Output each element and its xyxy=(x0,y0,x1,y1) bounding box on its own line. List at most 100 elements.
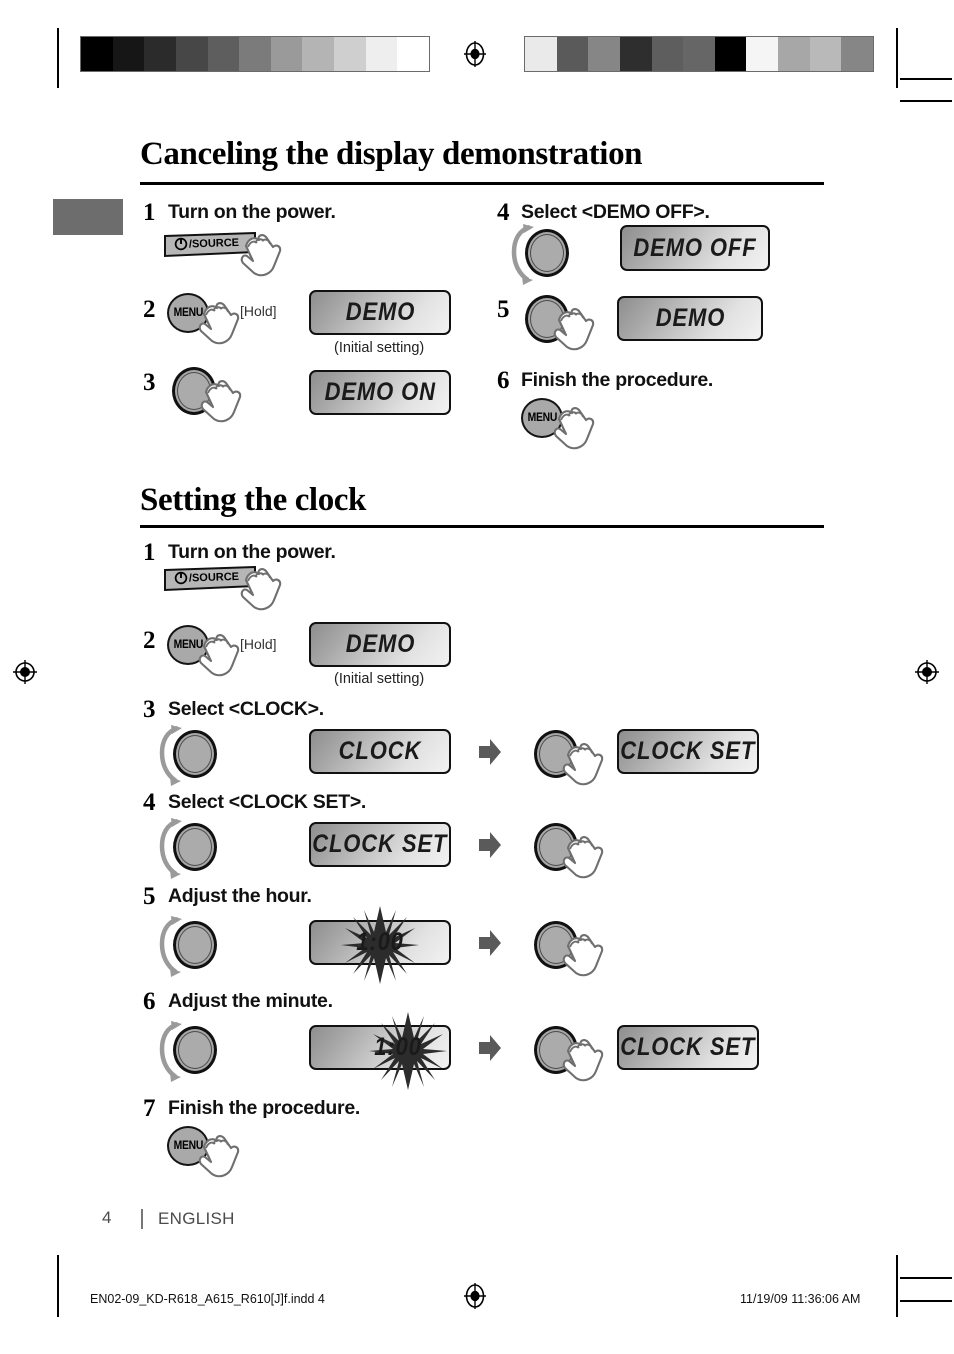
step-number: 5 xyxy=(143,883,156,910)
rotary-knob-icon[interactable] xyxy=(159,916,222,977)
section-rule-demo xyxy=(140,182,824,185)
display-panel: DEMO xyxy=(309,290,451,335)
display-panel-text: 1:00 xyxy=(374,1033,422,1061)
display-panel-text: DEMO OFF xyxy=(633,233,757,262)
right-arrow-icon xyxy=(478,1034,502,1062)
hold-label: [Hold] xyxy=(240,636,277,652)
calibration-swatch xyxy=(112,37,145,71)
pointing-hand-icon xyxy=(562,834,606,882)
display-panel-text: DEMO ON xyxy=(324,378,436,406)
calibration-swatch xyxy=(651,37,684,71)
section-title-demo: Canceling the display demonstration xyxy=(140,136,643,172)
knob-inner xyxy=(178,828,212,866)
margin-thumb-tab xyxy=(53,199,123,235)
pointing-hand-icon xyxy=(198,632,242,680)
calibration-swatch xyxy=(397,37,429,71)
rotary-knob-icon[interactable] xyxy=(159,1021,222,1082)
step-number: 6 xyxy=(497,367,510,394)
display-caption: (Initial setting) xyxy=(334,671,425,687)
pointing-hand-icon xyxy=(240,566,284,614)
grayscale-calibration-bar-left xyxy=(80,36,430,72)
display-panel-text: DEMO xyxy=(345,298,415,326)
calibration-swatch xyxy=(175,37,208,71)
step-number: 2 xyxy=(143,627,156,654)
crop-mark-top-right-h2 xyxy=(900,100,952,102)
calibration-swatch xyxy=(714,37,747,71)
calibration-swatch xyxy=(334,37,366,71)
knob-inner xyxy=(178,735,212,773)
page-number: 4 xyxy=(102,1208,112,1227)
display-panel: CLOCK SET xyxy=(617,1025,759,1070)
pointing-hand-icon xyxy=(240,232,284,280)
right-arrow-icon xyxy=(478,738,502,766)
step-number: 7 xyxy=(143,1095,156,1122)
hold-label: [Hold] xyxy=(240,303,277,319)
display-panel: 1:00 xyxy=(309,906,451,984)
calibration-swatch xyxy=(144,37,176,71)
display-panel: CLOCK SET xyxy=(617,729,759,774)
step-number: 3 xyxy=(143,696,156,723)
display-panel: DEMO ON xyxy=(309,370,451,415)
display-panel-text: DEMO xyxy=(345,630,415,658)
calibration-swatch xyxy=(270,37,303,71)
rotary-knob-icon[interactable] xyxy=(511,224,574,285)
section-rule-clock xyxy=(140,525,824,528)
step-text: Turn on the power. xyxy=(168,541,336,563)
calibration-swatch xyxy=(239,37,271,71)
step-number: 5 xyxy=(497,296,510,323)
calibration-swatch xyxy=(302,37,334,71)
step-text: Adjust the hour. xyxy=(168,885,312,907)
step-number: 1 xyxy=(143,199,156,226)
section-title-clock: Setting the clock xyxy=(140,482,367,518)
crop-mark-bottom-right-h2 xyxy=(900,1300,952,1302)
calibration-swatch xyxy=(81,37,113,71)
display-panel-text: 1:00 xyxy=(356,928,404,956)
manual-page: Canceling the display demonstration 1 Tu… xyxy=(0,0,954,1354)
grayscale-calibration-bar-right xyxy=(524,36,874,72)
calibration-swatch xyxy=(683,37,715,71)
step-number: 6 xyxy=(143,988,156,1015)
display-panel-text: CLOCK SET xyxy=(312,830,448,858)
pointing-hand-icon xyxy=(200,378,244,426)
calibration-swatch xyxy=(588,37,620,71)
step-number: 3 xyxy=(143,369,156,396)
knob-inner xyxy=(178,926,212,964)
rotary-knob-icon[interactable] xyxy=(159,725,222,786)
display-caption: (Initial setting) xyxy=(334,340,425,356)
footer-file-name: EN02-09_KD-R618_A615_R610[J]f.indd 4 xyxy=(90,1292,325,1306)
display-panel-text: CLOCK SET xyxy=(620,737,756,765)
pointing-hand-icon xyxy=(198,1133,242,1181)
calibration-swatch xyxy=(841,37,873,71)
pointing-hand-icon xyxy=(553,306,597,354)
display-panel-text: CLOCK xyxy=(338,737,422,765)
step-text: Finish the procedure. xyxy=(521,369,713,391)
rotary-knob-icon[interactable] xyxy=(159,818,222,879)
calibration-swatch xyxy=(365,37,398,71)
svg-text:/SOURCE: /SOURCE xyxy=(189,237,239,251)
step-number: 2 xyxy=(143,296,156,323)
display-panel: CLOCK SET xyxy=(309,822,451,867)
step-text: Turn on the power. xyxy=(168,201,336,223)
knob-inner xyxy=(178,1031,212,1069)
crop-mark-bottom-right-v xyxy=(896,1255,898,1317)
crop-mark-top-right-v xyxy=(896,28,898,88)
svg-text:/SOURCE: /SOURCE xyxy=(189,571,239,585)
display-panel: DEMO xyxy=(309,622,451,667)
calibration-swatch xyxy=(746,37,778,71)
pointing-hand-icon xyxy=(198,300,242,348)
display-panel: 1:00 xyxy=(309,1012,451,1090)
registration-target-icon-top xyxy=(462,41,488,67)
step-number: 1 xyxy=(143,539,156,566)
step-number: 4 xyxy=(497,199,510,226)
step-number: 4 xyxy=(143,789,156,816)
registration-target-icon-bottom xyxy=(462,1283,488,1309)
step-text: Finish the procedure. xyxy=(168,1097,360,1119)
display-panel: CLOCK xyxy=(309,729,451,774)
knob-inner xyxy=(530,234,564,272)
language-label: ENGLISH xyxy=(158,1209,235,1228)
crop-mark-top-right-h1 xyxy=(900,78,952,80)
crop-mark-top-left-v xyxy=(57,28,59,88)
pointing-hand-icon xyxy=(553,405,597,453)
calibration-swatch xyxy=(809,37,842,71)
calibration-swatch xyxy=(525,37,557,71)
